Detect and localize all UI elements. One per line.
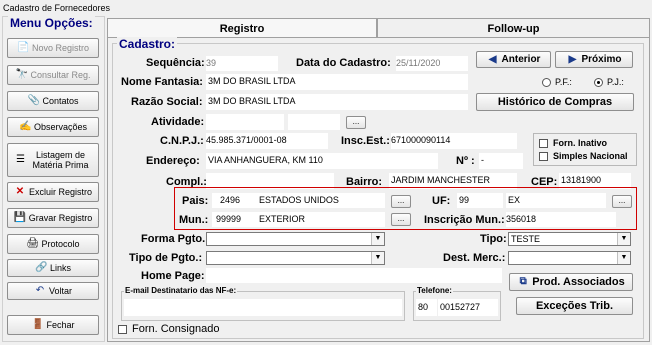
- next-arrow-icon: ▶: [568, 53, 577, 65]
- excecoes-trib-button[interactable]: Exceções Trib.: [516, 297, 633, 315]
- cnpj-label: C.N.P.J.:: [160, 135, 204, 147]
- uf-label: UF:: [432, 195, 451, 207]
- novo-registro-button[interactable]: 📄 Novo Registro: [7, 38, 99, 58]
- endereco-label: Endereço:: [146, 155, 200, 167]
- telefone-label: Telefone:: [416, 286, 453, 295]
- exit-door-icon: 🚪: [31, 319, 44, 330]
- forn-inativo-label: Forn. Inativo: [553, 138, 607, 148]
- atividade-code-field[interactable]: [206, 114, 284, 130]
- binoculars-icon: 🔭: [15, 69, 28, 80]
- telefone-ddd-field[interactable]: 80: [416, 299, 437, 316]
- numero-field[interactable]: -: [479, 153, 523, 169]
- forn-inativo-checkbox[interactable]: [539, 139, 548, 148]
- excluir-registro-button[interactable]: ✕ Excluir Registro: [7, 182, 99, 202]
- consultar-button[interactable]: 🔭 Consultar Reg.: [7, 65, 99, 85]
- forn-consignado-label: Forn. Consignado: [132, 323, 220, 335]
- proximo-button[interactable]: ▶ Próximo: [555, 51, 633, 68]
- atividade-lookup-button[interactable]: ...: [346, 116, 366, 129]
- window-title: Cadastro de Fornecedores: [0, 0, 652, 16]
- chevron-down-icon: ▼: [371, 252, 384, 264]
- sequencia-label: Sequência:: [146, 57, 205, 69]
- paperclip-icon: 📎: [27, 95, 40, 106]
- sidebar-legend: Menu Opções:: [8, 16, 95, 30]
- contatos-button[interactable]: 📎 Contatos: [7, 91, 99, 111]
- uf-lookup-button[interactable]: ...: [612, 195, 632, 208]
- homepage-field[interactable]: [206, 268, 502, 283]
- forn-consignado-checkbox[interactable]: [118, 325, 127, 334]
- insc-est-field[interactable]: 671000090114: [391, 133, 517, 149]
- link-icon: 🔗: [34, 262, 48, 273]
- observacoes-button[interactable]: ✍ Observações: [7, 117, 99, 137]
- previous-arrow-icon: ◀: [488, 53, 497, 65]
- voltar-button[interactable]: ↶ Voltar: [7, 282, 99, 300]
- simples-nacional-checkbox[interactable]: [539, 152, 548, 161]
- mun-label: Mun.:: [179, 214, 209, 226]
- delete-icon: ✕: [15, 186, 25, 197]
- dest-merc-label: Dest. Merc.:: [443, 252, 506, 264]
- note-icon: ✍: [18, 121, 32, 132]
- list-icon: ☰: [16, 154, 25, 165]
- insc-est-label: Insc.Est.:: [341, 135, 390, 147]
- insc-mun-field[interactable]: 356018: [506, 212, 616, 227]
- fechar-button[interactable]: 🚪 Fechar: [7, 315, 99, 335]
- mun-name-field[interactable]: EXTERIOR: [257, 212, 385, 227]
- pais-name-field[interactable]: ESTADOS UNIDOS: [257, 193, 385, 208]
- links-button[interactable]: 🔗 Links: [7, 259, 99, 277]
- tipo-select[interactable]: TESTE ▼: [508, 232, 631, 246]
- data-cadastro-label: Data do Cadastro:: [296, 57, 391, 69]
- mun-lookup-button[interactable]: ...: [391, 213, 411, 226]
- razao-social-field[interactable]: 3M DO BRASIL LTDA: [206, 94, 468, 110]
- pais-lookup-button[interactable]: ...: [391, 195, 411, 208]
- uf-code-field[interactable]: 99: [457, 193, 503, 208]
- data-cadastro-field[interactable]: 25/11/2020: [396, 56, 468, 71]
- tab-registro[interactable]: Registro: [107, 18, 377, 38]
- chevron-down-icon: ▼: [617, 252, 630, 264]
- dest-merc-select[interactable]: ▼: [508, 251, 631, 265]
- mun-code-field[interactable]: 99999: [212, 212, 257, 227]
- anterior-button[interactable]: ◀ Anterior: [476, 51, 551, 68]
- linked-products-icon: ⧉: [519, 276, 527, 287]
- nome-fantasia-label: Nome Fantasia:: [121, 76, 203, 88]
- pj-radio[interactable]: [594, 78, 603, 87]
- endereco-field[interactable]: VIA ANHANGUERA, KM 110: [206, 153, 438, 169]
- chevron-down-icon: ▼: [617, 233, 630, 245]
- atividade-label: Atividade:: [151, 116, 205, 128]
- insc-mun-label: Inscrição Mun.:: [424, 214, 505, 226]
- undo-icon: ↶: [35, 285, 45, 296]
- email-nfe-field[interactable]: [124, 299, 402, 316]
- numero-label: Nº :: [456, 155, 475, 167]
- cadastro-legend: Cadastro:: [117, 37, 178, 51]
- listagem-materia-prima-button[interactable]: ☰ Listagem de Matéria Prima: [7, 143, 99, 177]
- razao-social-label: Razão Social:: [131, 96, 203, 108]
- uf-name-field[interactable]: EX: [506, 193, 606, 208]
- pf-label: P.F.:: [555, 77, 572, 87]
- save-icon: 💾: [13, 212, 27, 223]
- homepage-label: Home Page:: [141, 270, 205, 282]
- nome-fantasia-field[interactable]: 3M DO BRASIL LTDA: [206, 74, 468, 90]
- forma-pgto-label: Forma Pgto.:: [141, 233, 209, 245]
- pf-radio[interactable]: [542, 78, 551, 87]
- tipo-label: Tipo:: [480, 233, 507, 245]
- new-document-icon: 📄: [16, 42, 30, 53]
- pj-label: P.J.:: [607, 77, 624, 87]
- simples-nacional-label: Simples Nacional: [553, 151, 628, 161]
- prod-associados-button[interactable]: ⧉ Prod. Associados: [509, 273, 633, 291]
- email-nfe-label: E-mail Destinatario das NF-e:: [124, 286, 238, 295]
- tipo-pgto-label: Tipo de Pgto.:: [129, 252, 203, 264]
- pais-code-field[interactable]: 2496: [212, 193, 257, 208]
- chevron-down-icon: ▼: [371, 233, 384, 245]
- sequencia-field[interactable]: 39: [206, 56, 278, 71]
- protocolo-button[interactable]: 🖨 Protocolo: [7, 234, 99, 254]
- tab-followup[interactable]: Follow-up: [377, 18, 650, 38]
- cnpj-field[interactable]: 45.985.371/0001-08: [206, 133, 328, 149]
- tipo-pgto-select[interactable]: ▼: [206, 251, 385, 265]
- historico-compras-button[interactable]: Histórico de Compras: [476, 93, 634, 111]
- pais-label: Pais:: [182, 195, 209, 207]
- forma-pgto-select[interactable]: ▼: [206, 232, 385, 246]
- atividade-desc-field[interactable]: [288, 114, 340, 130]
- printer-icon: 🖨: [26, 238, 40, 249]
- gravar-registro-button[interactable]: 💾 Gravar Registro: [7, 208, 99, 228]
- telefone-number-field[interactable]: 00152727: [438, 299, 498, 316]
